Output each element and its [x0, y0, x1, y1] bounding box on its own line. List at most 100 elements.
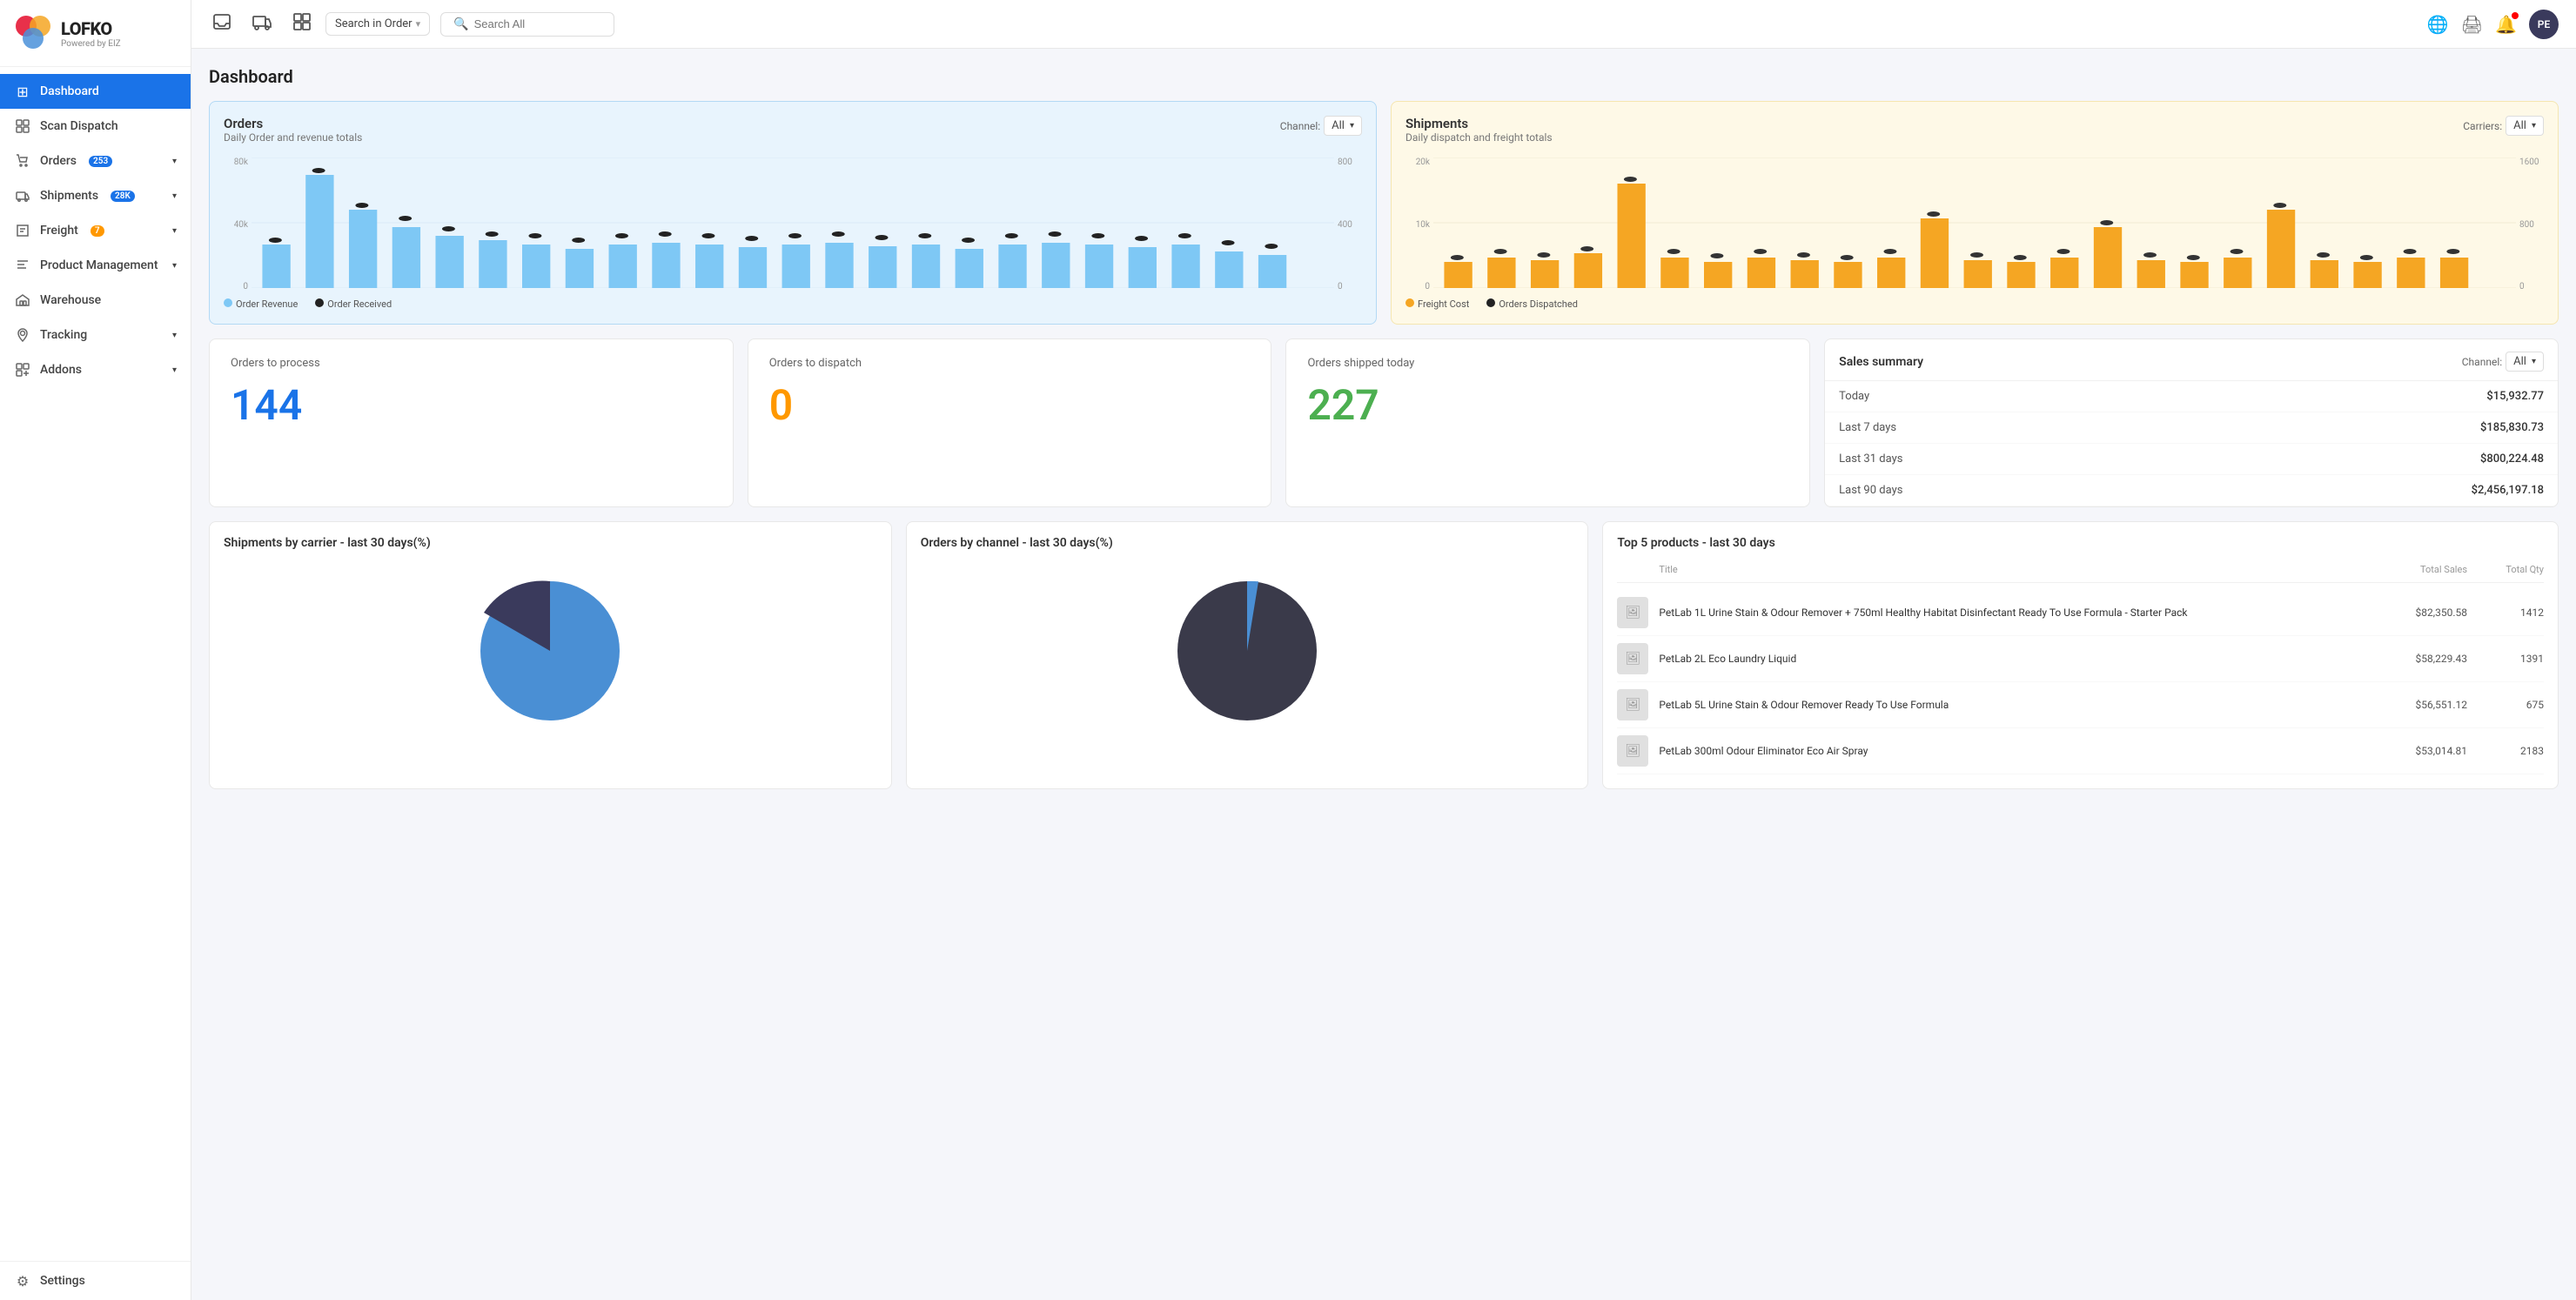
product-sales: $56,551.12	[2380, 699, 2467, 711]
chevron-down-icon: ▾	[172, 331, 177, 340]
shipments-bar-chart	[1433, 157, 2516, 288]
orders-to-process-label: Orders to process	[231, 357, 712, 370]
sidebar-item-shipments[interactable]: Shipments 28K ▾	[0, 178, 191, 213]
top5-products-title: Top 5 products - last 30 days	[1617, 536, 2544, 550]
sales-row-90days: Last 90 days $2,456,197.18	[1825, 475, 2558, 506]
sidebar-item-settings[interactable]: ⚙ Settings	[14, 1272, 177, 1290]
scan-dispatch-icon[interactable]	[289, 9, 315, 39]
orders-to-dispatch-card: Orders to dispatch 0	[748, 338, 1272, 507]
legend-freight-cost: Freight Cost	[1405, 298, 1469, 310]
shipments-pie-chart	[224, 564, 877, 738]
orders-chart-header: Orders Daily Order and revenue totals Ch…	[224, 116, 1362, 154]
shipments-by-carrier-card: Shipments by carrier - last 30 days(%)	[209, 521, 892, 789]
inbox-icon[interactable]	[209, 9, 235, 39]
shipments-chart-card: Shipments Daily dispatch and freight tot…	[1391, 101, 2559, 325]
dropdown-chevron-icon: ▾	[416, 18, 421, 30]
carriers-value: All	[2513, 119, 2526, 132]
product-qty: 1412	[2474, 606, 2544, 619]
orders-pie-chart	[921, 564, 1574, 738]
sidebar-item-label: Scan Dispatch	[40, 119, 118, 133]
warehouse-icon	[14, 291, 31, 309]
sales-channel-selector[interactable]: Channel: All ▾	[2462, 352, 2544, 372]
page-title: Dashboard	[209, 66, 2559, 87]
topbar-right: 🌐 🖨 🔔 PE	[2427, 10, 2559, 39]
sales-summary-card: Sales summary Channel: All ▾ Today $15,9…	[1824, 338, 2559, 507]
sales-period-90days: Last 90 days	[1839, 484, 1902, 497]
sidebar-item-label: Tracking	[40, 328, 87, 342]
sales-period-31days: Last 31 days	[1839, 452, 1902, 466]
bottom-row: Shipments by carrier - last 30 days(%) O…	[209, 521, 2559, 789]
sidebar-item-label: Product Management	[40, 258, 158, 272]
chevron-down-icon: ▾	[172, 191, 177, 201]
chevron-down-icon: ▾	[172, 261, 177, 271]
home-icon: ⊞	[14, 83, 31, 100]
sidebar-item-product-management[interactable]: Product Management ▾	[0, 248, 191, 283]
avatar[interactable]: PE	[2529, 10, 2559, 39]
truck-icon[interactable]	[249, 9, 275, 39]
orders-icon	[14, 152, 31, 170]
shipments-chart-body: 20k 10k 0	[1405, 157, 2544, 291]
sidebar-item-label: Freight	[40, 224, 78, 238]
search-all-box[interactable]: 🔍	[440, 12, 614, 37]
product-thumbnail: 🖼	[1617, 735, 1648, 767]
sidebar-item-label: Dashboard	[40, 84, 99, 98]
shipments-icon	[14, 187, 31, 204]
tracking-icon	[14, 326, 31, 344]
channel-pie-svg	[1160, 564, 1334, 738]
carriers-selector[interactable]: Carriers: All ▾	[2463, 116, 2544, 136]
sidebar-item-dashboard[interactable]: ⊞ Dashboard	[0, 74, 191, 109]
legend-order-received: Order Received	[315, 298, 392, 310]
orders-to-process-value: 144	[231, 380, 712, 430]
sales-channel-dropdown[interactable]: All ▾	[2506, 352, 2544, 372]
orders-bar-chart	[252, 157, 1334, 288]
y-axis-right: 800 400 0	[1334, 157, 1362, 291]
settings-section[interactable]: ⚙ Settings	[0, 1261, 191, 1300]
orders-by-channel-card: Orders by channel - last 30 days(%)	[906, 521, 1589, 789]
chevron-down-icon: ▾	[172, 226, 177, 236]
sidebar-item-warehouse[interactable]: Warehouse	[0, 283, 191, 318]
freight-badge: 7	[91, 225, 104, 237]
product-sales: $58,229.43	[2380, 653, 2467, 665]
orders-chart-area	[252, 157, 1334, 291]
logo-area: LOFKO Powered by EIZ	[0, 0, 191, 67]
shipments-chart-title: Shipments	[1405, 116, 1553, 131]
channel-dropdown[interactable]: All ▾	[1324, 116, 1362, 136]
sidebar-item-freight[interactable]: Freight 7 ▾	[0, 213, 191, 248]
sales-period-7days: Last 7 days	[1839, 421, 1896, 434]
sidebar-item-tracking[interactable]: Tracking ▾	[0, 318, 191, 352]
globe-icon[interactable]: 🌐	[2427, 14, 2449, 35]
top5-products-card: Top 5 products - last 30 days Title Tota…	[1602, 521, 2559, 789]
sales-summary-header: Sales summary Channel: All ▾	[1825, 339, 2558, 381]
product-sales: $53,014.81	[2380, 745, 2467, 757]
notification-dot	[2512, 12, 2519, 19]
sales-period-today: Today	[1839, 390, 1869, 403]
topbar: Search in Order ▾ 🔍 🌐 🖨 🔔 PE	[191, 0, 2576, 49]
product-management-icon	[14, 257, 31, 274]
sidebar-item-addons[interactable]: Addons ▾	[0, 352, 191, 387]
orders-chart-card: Orders Daily Order and revenue totals Ch…	[209, 101, 1377, 325]
orders-chart-body: 80k 40k 0	[224, 157, 1362, 291]
sidebar-item-scan-dispatch[interactable]: Scan Dispatch	[0, 109, 191, 144]
search-all-input[interactable]	[474, 17, 602, 30]
orders-chart-title: Orders	[224, 116, 362, 131]
sidebar-item-orders[interactable]: Orders 253 ▾	[0, 144, 191, 178]
shipments-badge: 28K	[111, 191, 135, 202]
print-icon[interactable]: 🖨	[2461, 14, 2483, 35]
notification-icon[interactable]: 🔔	[2495, 14, 2517, 35]
product-name: PetLab 5L Urine Stain & Odour Remover Re…	[1659, 698, 2373, 713]
shipments-by-carrier-title: Shipments by carrier - last 30 days(%)	[224, 536, 877, 550]
shipments-chart-area	[1433, 157, 2516, 291]
search-order-dropdown[interactable]: Search in Order ▾	[325, 12, 430, 36]
col-qty-label: Total Qty	[2474, 564, 2544, 575]
carriers-dropdown[interactable]: All ▾	[2506, 116, 2544, 136]
logo-sub-text: Powered by EIZ	[61, 39, 121, 49]
orders-to-process-card: Orders to process 144	[209, 338, 734, 507]
orders-shipped-today-label: Orders shipped today	[1307, 357, 1788, 370]
sidebar-item-label: Shipments	[40, 189, 98, 203]
logo-main-text: LOFKO	[61, 18, 121, 39]
product-row: 🖼 PetLab 2L Eco Laundry Liquid $58,229.4…	[1617, 636, 2544, 682]
y-axis-right-shipments: 1600 800 0	[2516, 157, 2544, 291]
product-name: PetLab 1L Urine Stain & Odour Remover + …	[1659, 606, 2373, 620]
channel-selector[interactable]: Channel: All ▾	[1280, 116, 1362, 136]
carriers-label: Carriers:	[2463, 120, 2502, 132]
